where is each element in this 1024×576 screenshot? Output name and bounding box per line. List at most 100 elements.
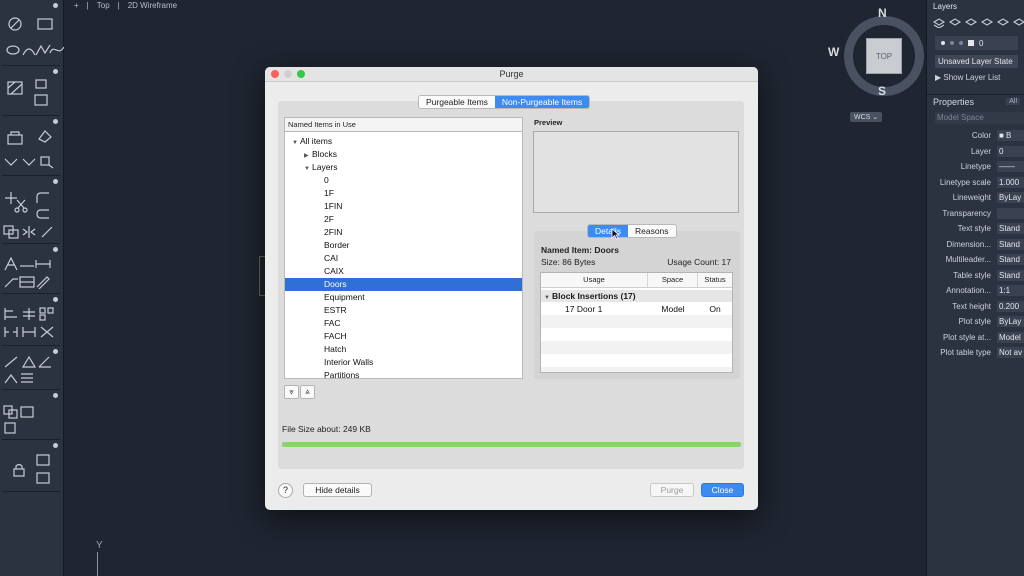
create-block-icon[interactable] bbox=[18, 404, 36, 420]
layer-match-icon[interactable] bbox=[2, 154, 20, 170]
layer-off-icon[interactable] bbox=[996, 18, 1010, 28]
view-label[interactable]: Top bbox=[95, 1, 112, 10]
property-row[interactable]: Linetype scale 1.000 bbox=[927, 175, 1024, 191]
usage-column-header[interactable]: Usage bbox=[541, 273, 648, 287]
layer-on-icon[interactable] bbox=[941, 41, 945, 45]
stretch-tool-icon[interactable] bbox=[38, 224, 56, 240]
table-row[interactable] bbox=[541, 315, 732, 328]
usage-table[interactable]: Usage Space Status ▼ Block Insertions (17… bbox=[540, 272, 733, 373]
group-options-icon[interactable] bbox=[53, 247, 58, 252]
group-options-icon[interactable] bbox=[53, 179, 58, 184]
table-row[interactable] bbox=[541, 328, 732, 341]
wcs-menu[interactable]: WCS ⌄ bbox=[850, 112, 883, 122]
group-options-icon[interactable] bbox=[53, 119, 58, 124]
table-row[interactable] bbox=[541, 354, 732, 367]
tab-purgeable-items[interactable]: Purgeable Items bbox=[419, 96, 495, 108]
property-value[interactable]: Stand bbox=[997, 269, 1024, 281]
angle-tool-icon[interactable] bbox=[36, 354, 54, 370]
layer-state-dropdown[interactable]: Unsaved Layer State bbox=[935, 55, 1018, 68]
group-tool-icon[interactable] bbox=[34, 452, 52, 468]
join-tool-icon[interactable] bbox=[20, 324, 38, 340]
property-row[interactable]: Annotation... 1:1 bbox=[927, 283, 1024, 299]
property-row[interactable]: Text height 0.200 bbox=[927, 299, 1024, 315]
tree-item[interactable]: ▼ All items bbox=[285, 135, 522, 148]
tree-item[interactable]: CAI bbox=[285, 252, 522, 265]
expand-all-button[interactable]: ⩔ bbox=[284, 385, 299, 399]
group-options-icon[interactable] bbox=[53, 297, 58, 302]
property-row[interactable]: Plot style at... Model bbox=[927, 330, 1024, 346]
circle-tool-icon[interactable] bbox=[6, 16, 24, 32]
distribute-tool-icon[interactable] bbox=[20, 306, 38, 322]
layer-isolate-icon[interactable] bbox=[964, 18, 978, 28]
layer-color-swatch-icon[interactable] bbox=[968, 40, 974, 46]
disclosure-open-icon[interactable]: ▼ bbox=[292, 137, 300, 150]
viewport-label[interactable]: + | Top | 2D Wireframe bbox=[72, 1, 179, 10]
selection-space-dropdown[interactable]: Model Space bbox=[935, 112, 1024, 124]
zoom-window-icon[interactable] bbox=[297, 70, 305, 78]
table-row[interactable] bbox=[541, 367, 732, 372]
tree-item[interactable]: Partitions bbox=[285, 369, 522, 378]
tree-item[interactable]: FACH bbox=[285, 330, 522, 343]
viewport-menu-icon[interactable]: + bbox=[72, 1, 81, 10]
help-button[interactable]: ? bbox=[278, 483, 293, 498]
block-insertions-group[interactable]: ▼ Block Insertions (17) bbox=[541, 290, 732, 302]
tree-item[interactable]: 1F bbox=[285, 187, 522, 200]
group-options-icon[interactable] bbox=[53, 393, 58, 398]
layer-properties-icon[interactable] bbox=[932, 18, 946, 29]
table-row[interactable] bbox=[541, 341, 732, 354]
tree-item[interactable]: Hatch bbox=[285, 343, 522, 356]
tree-item[interactable]: ▼ Layers bbox=[285, 161, 522, 174]
property-value[interactable] bbox=[997, 207, 1024, 219]
tree-item[interactable]: CAIX bbox=[285, 265, 522, 278]
tree-item[interactable]: 0 bbox=[285, 174, 522, 187]
property-row[interactable]: Plot table type Not av bbox=[927, 345, 1024, 361]
fillet-tool-icon[interactable] bbox=[34, 190, 52, 206]
dialog-titlebar[interactable]: Purge bbox=[265, 67, 758, 82]
property-value[interactable]: —— bbox=[997, 161, 1024, 173]
group-options-icon[interactable] bbox=[53, 69, 58, 74]
erase-tool-icon[interactable] bbox=[6, 130, 24, 146]
visual-style-label[interactable]: 2D Wireframe bbox=[126, 1, 179, 10]
mirror-tool-icon[interactable] bbox=[20, 224, 38, 240]
measure-tool-icon[interactable] bbox=[2, 354, 20, 370]
tab-reasons[interactable]: Reasons bbox=[627, 225, 676, 237]
group-options-icon[interactable] bbox=[53, 3, 58, 8]
boundary-tool-icon[interactable] bbox=[32, 92, 50, 108]
tree-item[interactable]: Border bbox=[285, 239, 522, 252]
property-value[interactable]: ByLay bbox=[997, 192, 1024, 204]
hide-details-button[interactable]: Hide details bbox=[303, 483, 372, 497]
dimension-tool-icon[interactable] bbox=[34, 256, 52, 272]
paint-tool-icon[interactable] bbox=[36, 128, 54, 144]
current-layer-dropdown[interactable]: 0 bbox=[935, 36, 1018, 50]
copy-tool-icon[interactable] bbox=[2, 224, 20, 240]
layer-lock-state-icon[interactable] bbox=[959, 41, 963, 45]
view-cube-top-face[interactable]: TOP bbox=[866, 38, 902, 74]
tree-item[interactable]: ESTR bbox=[285, 304, 522, 317]
property-row[interactable]: Text style Stand bbox=[927, 221, 1024, 237]
trim-scissors-icon[interactable] bbox=[12, 198, 30, 214]
layer-freeze-icon[interactable] bbox=[980, 18, 994, 28]
collapse-all-button[interactable]: ⩓ bbox=[300, 385, 315, 399]
array-tool-icon[interactable] bbox=[38, 306, 56, 322]
property-value[interactable]: Stand bbox=[997, 254, 1024, 266]
align-tool-icon[interactable] bbox=[2, 306, 20, 322]
property-value[interactable]: ByLay bbox=[997, 316, 1024, 328]
properties-filter[interactable]: All bbox=[1006, 98, 1020, 105]
property-value[interactable]: Stand bbox=[997, 238, 1024, 250]
tab-non-purgeable-items[interactable]: Non-Purgeable Items bbox=[494, 96, 590, 108]
property-value[interactable]: 0.200 bbox=[997, 300, 1024, 312]
color-match-icon[interactable] bbox=[20, 154, 38, 170]
property-value[interactable]: Model bbox=[997, 331, 1024, 343]
tree-item[interactable]: Doors bbox=[285, 278, 522, 291]
view-cube[interactable]: TOP N S E W WCS ⌄ bbox=[828, 6, 940, 124]
property-row[interactable]: Color ■ B bbox=[927, 128, 1024, 144]
property-row[interactable]: Dimension... Stand bbox=[927, 237, 1024, 253]
layer-lock-icon[interactable] bbox=[1012, 18, 1024, 28]
named-items-tree[interactable]: ▼ All items ▶ Blocks ▼ Layers 0 1F 1FIN 2F 2FIN Bor… bbox=[284, 132, 523, 379]
ungroup-tool-icon[interactable] bbox=[34, 470, 52, 486]
tree-column-header[interactable]: Named Items in Use bbox=[284, 117, 523, 132]
property-row[interactable]: Lineweight ByLay bbox=[927, 190, 1024, 206]
layer-freeze-state-icon[interactable] bbox=[950, 41, 954, 45]
markup-tool-icon[interactable] bbox=[34, 274, 52, 290]
property-row[interactable]: Transparency bbox=[927, 206, 1024, 222]
